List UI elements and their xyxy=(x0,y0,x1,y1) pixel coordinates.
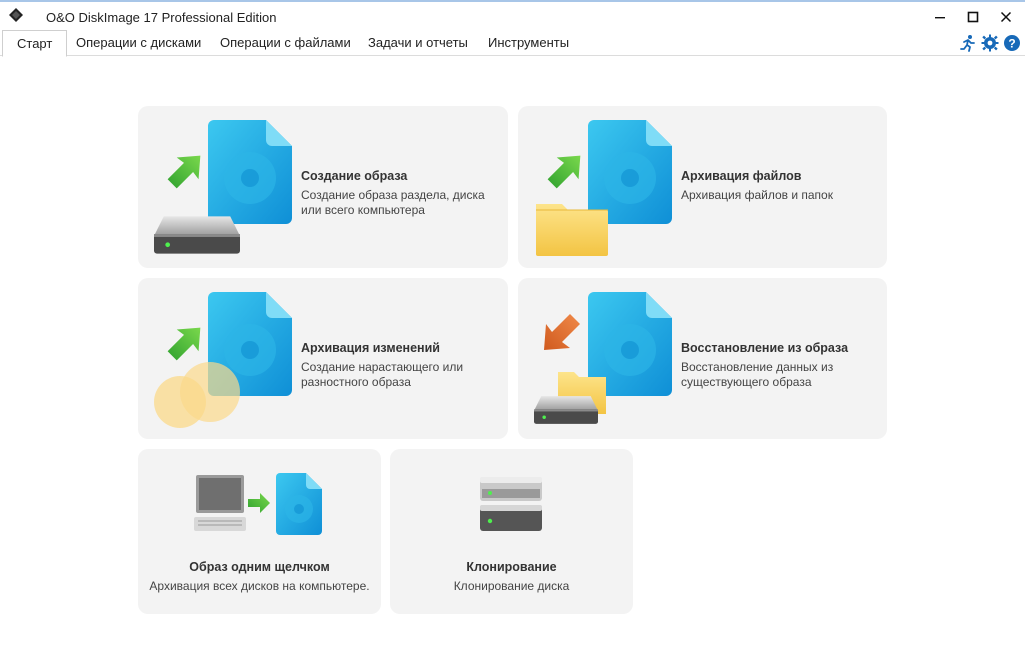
help-icon[interactable]: ? xyxy=(1003,34,1021,52)
tab-tools[interactable]: Инструменты xyxy=(474,30,583,56)
incremental-backup-desc-line2: разностного образа xyxy=(301,375,411,389)
file-backup-icon xyxy=(536,120,672,256)
clone-drive-icon xyxy=(480,477,542,531)
restore-icon xyxy=(534,292,672,424)
minimize-button[interactable] xyxy=(922,4,958,30)
svg-text:?: ? xyxy=(1008,37,1015,51)
restore-card[interactable]: Восстановление из образа Восстановление … xyxy=(518,278,887,439)
restore-desc-line2: существующего образа xyxy=(681,375,812,389)
settings-gear-icon[interactable] xyxy=(981,34,999,52)
incremental-backup-title: Архивация изменений xyxy=(301,341,440,355)
restore-desc-line1: Восстановление данных из xyxy=(681,360,834,374)
create-image-card[interactable]: Создание образа Создание образа раздела,… xyxy=(138,106,508,268)
clone-card[interactable]: Клонирование Клонирование диска xyxy=(390,449,633,614)
create-image-title: Создание образа xyxy=(301,169,408,183)
tab-tasks-reports[interactable]: Задачи и отчеты xyxy=(354,30,482,56)
ribbon-tab-bar: Старт Операции с дисками Операции с файл… xyxy=(0,30,1025,57)
incremental-backup-icon xyxy=(154,292,292,428)
drive-image-icon xyxy=(154,120,292,254)
maximize-button[interactable] xyxy=(955,4,991,30)
tab-disk-operations[interactable]: Операции с дисками xyxy=(62,30,215,56)
incremental-backup-desc-line1: Создание нарастающего или xyxy=(301,360,464,374)
file-backup-desc-line1: Архивация файлов и папок xyxy=(681,188,833,202)
one-click-image-title: Образ одним щелчком xyxy=(189,560,330,574)
tab-start[interactable]: Старт xyxy=(2,30,68,57)
title-bar: O&O DiskImage 17 Professional Edition xyxy=(0,2,1025,30)
clone-desc: Клонирование диска xyxy=(453,579,570,593)
clone-title: Клонирование xyxy=(466,560,557,574)
incremental-backup-card[interactable]: Архивация изменений Создание нарастающег… xyxy=(138,278,508,439)
file-backup-card[interactable]: Архивация файлов Архивация файлов и папо… xyxy=(518,106,887,268)
one-click-image-card[interactable]: Образ одним щелчком Архивация всех диско… xyxy=(138,449,381,614)
window-title: O&O DiskImage 17 Professional Edition xyxy=(46,10,277,25)
minimize-icon xyxy=(935,17,945,19)
app-logo-icon xyxy=(9,8,23,22)
restore-title: Восстановление из образа xyxy=(681,341,849,355)
file-backup-title: Архивация файлов xyxy=(681,169,802,183)
close-button[interactable] xyxy=(988,4,1024,30)
close-icon xyxy=(1000,11,1012,23)
one-click-image-desc: Архивация всех дисков на компьютере. xyxy=(149,579,370,593)
run-icon[interactable] xyxy=(959,34,977,52)
maximize-icon xyxy=(967,11,979,23)
create-image-desc-line1: Создание образа раздела, диска xyxy=(301,188,485,202)
create-image-desc-line2: или всего компьютера xyxy=(301,203,425,217)
one-click-image-icon xyxy=(194,473,322,535)
tab-file-operations[interactable]: Операции с файлами xyxy=(206,30,365,56)
